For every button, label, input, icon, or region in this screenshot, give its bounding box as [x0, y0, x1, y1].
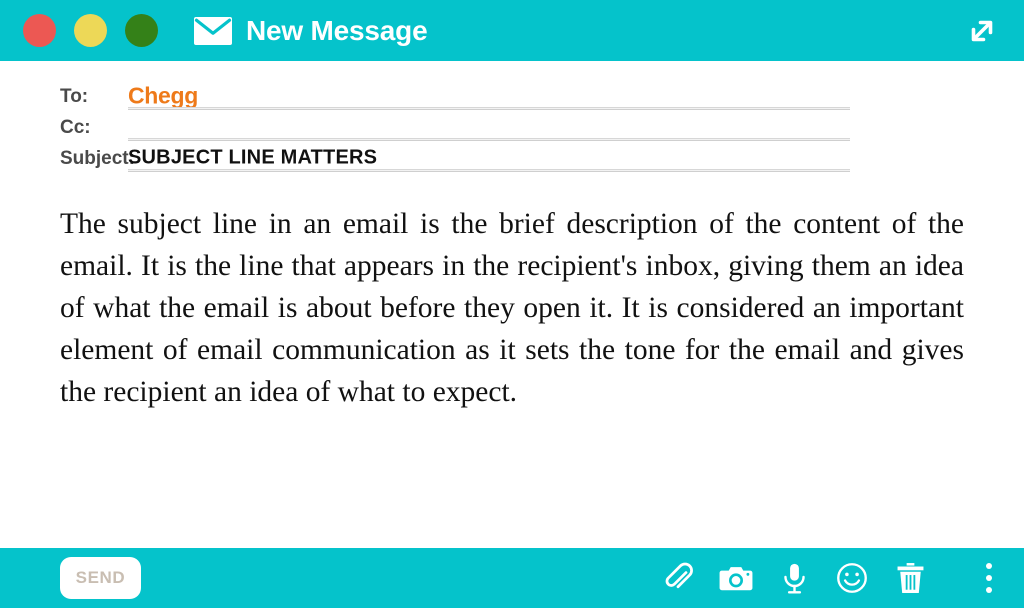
insert-emoji-button[interactable] [834, 560, 870, 596]
message-body-text: The subject line in an email is the brie… [60, 208, 964, 408]
expand-window-button[interactable] [962, 11, 1002, 51]
more-vertical-icon-dot-2 [986, 575, 992, 581]
trash-icon [896, 562, 925, 595]
more-vertical-icon-dot-3 [986, 587, 992, 593]
more-options-button[interactable] [976, 558, 1002, 598]
close-window-button[interactable] [23, 14, 56, 47]
discard-draft-button[interactable] [892, 560, 928, 596]
subject-label: Subject: [60, 148, 135, 169]
to-input[interactable]: Chegg [128, 79, 850, 110]
window-title: New Message [246, 14, 428, 46]
emoji-icon [836, 562, 868, 594]
to-label: To: [60, 86, 89, 107]
title-group: New Message [194, 14, 428, 47]
field-row-cc: Cc: [0, 110, 1024, 141]
cc-input[interactable] [128, 110, 850, 141]
more-vertical-icon-dot-1 [986, 563, 992, 569]
subject-underline [128, 169, 850, 172]
send-button-label: SEND [75, 568, 126, 587]
send-button[interactable]: SEND [60, 557, 141, 599]
attach-file-button[interactable] [660, 560, 696, 596]
camera-icon [719, 564, 753, 593]
new-message-window: New Message To: Chegg Cc: Subject: SUBJE… [0, 0, 1024, 614]
microphone-icon [782, 562, 807, 595]
bottom-toolbar: SEND [0, 548, 1024, 608]
insert-photo-button[interactable] [718, 560, 754, 596]
minimize-window-button[interactable] [74, 14, 107, 47]
envelope-icon [194, 16, 232, 45]
expand-arrows-icon [965, 14, 999, 48]
field-row-subject: Subject: SUBJECT LINE MATTERS [0, 141, 1024, 172]
field-row-to: To: Chegg [0, 79, 1024, 110]
window-controls [23, 14, 158, 47]
subject-value: SUBJECT LINE MATTERS [128, 146, 378, 169]
attachment-icon [662, 562, 694, 594]
message-body-area[interactable]: The subject line in an email is the brie… [60, 203, 964, 523]
subject-input[interactable]: SUBJECT LINE MATTERS [128, 141, 850, 172]
cc-label: Cc: [60, 117, 91, 138]
title-bar: New Message [0, 0, 1024, 61]
toolbar-icons [660, 560, 928, 596]
zoom-window-button[interactable] [125, 14, 158, 47]
to-value: Chegg [128, 82, 199, 109]
record-audio-button[interactable] [776, 560, 812, 596]
